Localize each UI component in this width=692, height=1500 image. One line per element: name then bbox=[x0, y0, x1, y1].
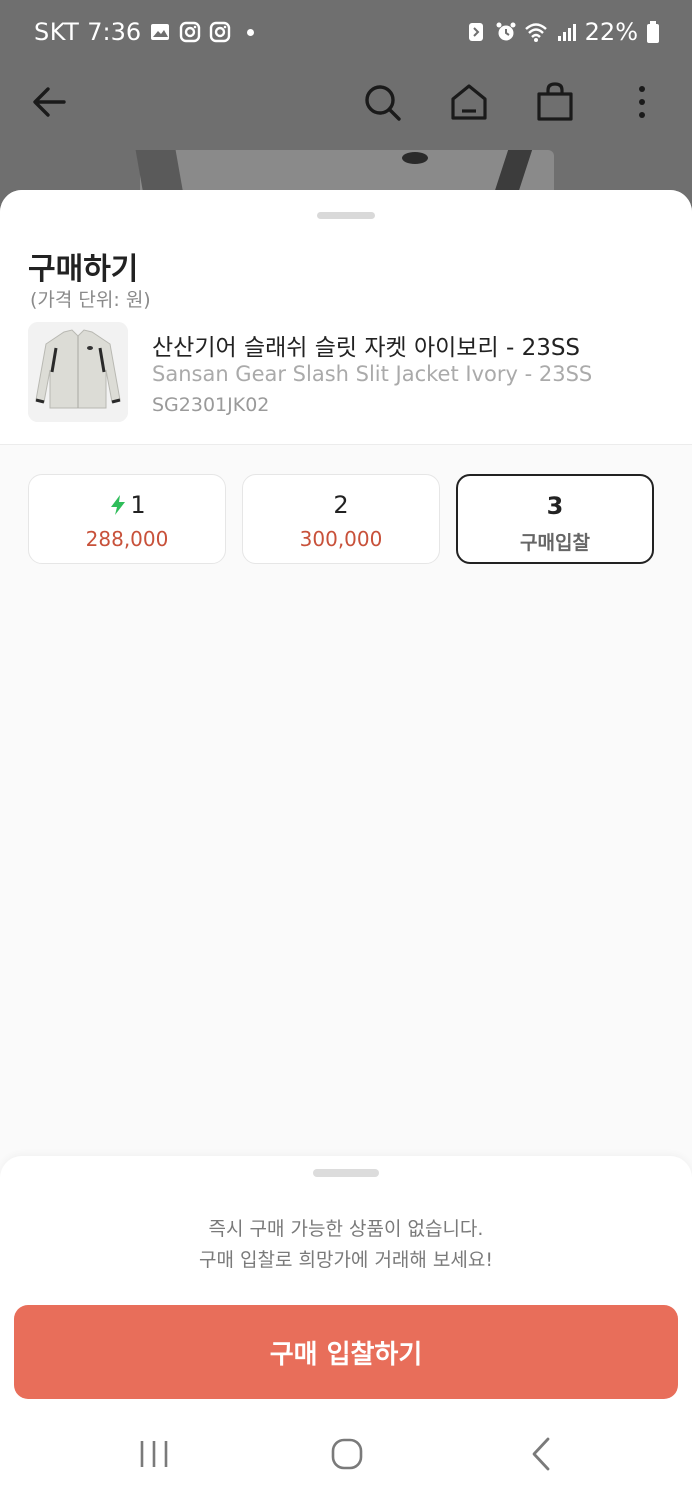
size-value: 3 bbox=[546, 492, 564, 520]
sheet-title: 구매하기 bbox=[28, 252, 139, 287]
product-thumbnail bbox=[28, 322, 128, 422]
purchase-footer: 즉시 구매 가능한 상품이 없습니다. 구매 입찰로 희망가에 거래해 보세요!… bbox=[0, 1156, 692, 1500]
notice-line-1: 즉시 구매 가능한 상품이 없습니다. bbox=[208, 1218, 484, 1240]
background-app: SKT 7:36 22% bbox=[0, 0, 692, 200]
size-label: 3 bbox=[458, 492, 652, 520]
search-button[interactable] bbox=[360, 80, 404, 124]
notification-dot-icon bbox=[247, 28, 255, 36]
shopping-bag-button[interactable] bbox=[533, 80, 577, 124]
notice-line-2: 구매 입찰로 희망가에 거래해 보세요! bbox=[199, 1249, 493, 1271]
size-value: 2 bbox=[333, 491, 349, 519]
home-circle-icon bbox=[331, 1438, 363, 1470]
jacket-image bbox=[28, 322, 128, 422]
purchase-sheet: 구매하기 (가격 단위: 원) 산산기어 슬래쉬 슬릿 자켓 아이보리 - 23… bbox=[0, 190, 692, 1500]
top-nav bbox=[0, 66, 692, 138]
sheet-header: 구매하기 (가격 단위: 원) 산산기어 슬래쉬 슬릿 자켓 아이보리 - 23… bbox=[0, 190, 692, 445]
system-home-button[interactable] bbox=[327, 1434, 367, 1474]
gallery-icon bbox=[151, 24, 170, 40]
more-vertical-icon bbox=[639, 86, 645, 118]
status-left: SKT 7:36 bbox=[34, 18, 255, 46]
clock: 7:36 bbox=[87, 18, 142, 46]
search-icon bbox=[365, 85, 401, 121]
back-button[interactable] bbox=[28, 80, 72, 124]
instagram-icon bbox=[209, 21, 231, 43]
size-label: 1 bbox=[29, 491, 225, 519]
system-navigation-bar bbox=[0, 1410, 692, 1500]
price-unit-note: (가격 단위: 원) bbox=[30, 289, 151, 311]
size-options: 1 288,000 2 300,000 3 구매입찰 bbox=[28, 474, 654, 564]
battery-level: 22% bbox=[584, 18, 638, 46]
more-button[interactable] bbox=[620, 80, 664, 124]
size-option-3[interactable]: 3 구매입찰 bbox=[456, 474, 654, 564]
status-bar: SKT 7:36 22% bbox=[0, 0, 692, 66]
size-price: 300,000 bbox=[299, 527, 383, 551]
purchase-bid-button[interactable]: 구매 입찰하기 bbox=[14, 1305, 678, 1399]
size-option-1[interactable]: 1 288,000 bbox=[28, 474, 226, 564]
signal-icon bbox=[557, 24, 576, 41]
wifi-icon bbox=[524, 23, 547, 42]
nfc-icon bbox=[468, 23, 483, 41]
size-bid-label: 구매입찰 bbox=[520, 532, 590, 554]
recent-apps-icon bbox=[140, 1441, 168, 1467]
home-button[interactable] bbox=[447, 80, 491, 124]
product-name-korean: 산산기어 슬래쉬 슬릿 자켓 아이보리 - 23SS bbox=[152, 335, 581, 361]
back-arrow-icon bbox=[33, 87, 66, 117]
size-price: 288,000 bbox=[85, 527, 169, 551]
product-name-english: Sansan Gear Slash Slit Jacket Ivory - 23… bbox=[152, 362, 593, 386]
no-instant-purchase-notice: 즉시 구매 가능한 상품이 없습니다. 구매 입찰로 희망가에 거래해 보세요! bbox=[0, 1214, 692, 1276]
alarm-icon bbox=[496, 22, 516, 41]
fast-delivery-bolt-icon bbox=[111, 495, 126, 515]
system-back-icon bbox=[532, 1437, 550, 1471]
sheet-drag-handle[interactable] bbox=[317, 212, 375, 219]
instagram-icon bbox=[179, 21, 201, 43]
product-code: SG2301JK02 bbox=[152, 394, 270, 416]
status-right: 22% bbox=[465, 18, 660, 46]
home-icon bbox=[451, 84, 487, 120]
shopping-bag-icon bbox=[537, 82, 573, 121]
battery-icon bbox=[647, 21, 659, 43]
recent-apps-button[interactable] bbox=[134, 1434, 174, 1474]
carrier-label: SKT bbox=[34, 18, 80, 46]
system-back-button[interactable] bbox=[522, 1434, 562, 1474]
size-label: 2 bbox=[243, 491, 439, 519]
footer-drag-handle[interactable] bbox=[313, 1169, 379, 1177]
size-value: 1 bbox=[130, 491, 146, 519]
size-option-2[interactable]: 2 300,000 bbox=[242, 474, 440, 564]
